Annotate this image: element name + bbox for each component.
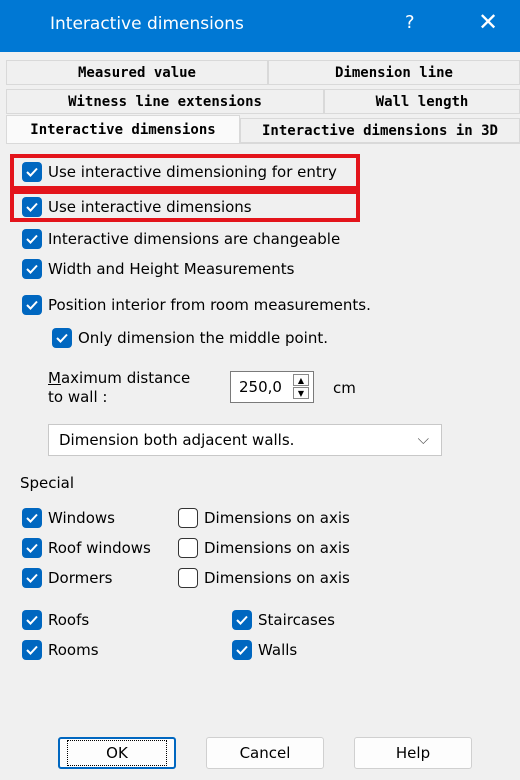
- adjacent-walls-select[interactable]: Dimension both adjacent walls. ⌵: [48, 424, 442, 456]
- checkmark-icon: [22, 162, 42, 182]
- use-interactive-dimensioning-entry-checkbox[interactable]: Use interactive dimensioning for entry: [22, 162, 337, 182]
- dormers-axis-checkbox[interactable]: Dimensions on axis: [178, 568, 350, 588]
- checkmark-icon: [52, 328, 72, 348]
- rooms-checkbox[interactable]: Rooms: [22, 640, 99, 660]
- checkmark-icon: [22, 197, 42, 217]
- dimensions-changeable-checkbox[interactable]: Interactive dimensions are changeable: [22, 229, 340, 249]
- roof-windows-checkbox[interactable]: Roof windows: [22, 538, 151, 558]
- roof-windows-axis-checkbox[interactable]: Dimensions on axis: [178, 538, 350, 558]
- tab-dimension-line[interactable]: Dimension line: [268, 60, 520, 85]
- checkbox-label: Use interactive dimensions: [48, 198, 252, 216]
- dormers-checkbox[interactable]: Dormers: [22, 568, 112, 588]
- checkmark-icon: [22, 508, 42, 528]
- help-button[interactable]: Help: [354, 737, 472, 769]
- help-icon[interactable]: ?: [405, 12, 415, 33]
- checkbox-label: Staircases: [258, 611, 335, 629]
- checkbox-label: Only dimension the middle point.: [78, 329, 328, 347]
- checkbox-label: Use interactive dimensioning for entry: [48, 163, 337, 181]
- max-distance-spinbox[interactable]: 250,0 ▲ ▼: [230, 371, 314, 403]
- tab-panel: [6, 143, 520, 684]
- ok-button[interactable]: OK: [58, 737, 176, 769]
- tab-interactive-dimensions-3d[interactable]: Interactive dimensions in 3D: [240, 118, 520, 143]
- checkmark-icon: [22, 610, 42, 630]
- use-interactive-dimensions-checkbox[interactable]: Use interactive dimensions: [22, 197, 252, 217]
- checkmark-icon: [22, 229, 42, 249]
- checkbox-label: Width and Height Measurements: [48, 260, 295, 278]
- spin-up-icon[interactable]: ▲: [293, 374, 309, 386]
- checkmark-icon: [22, 295, 42, 315]
- checkbox-label: Roof windows: [48, 539, 151, 557]
- staircases-checkbox[interactable]: Staircases: [232, 610, 335, 630]
- tab-wall-length[interactable]: Wall length: [324, 89, 520, 114]
- checkmark-icon: [22, 538, 42, 558]
- walls-checkbox[interactable]: Walls: [232, 640, 297, 660]
- tab-measured-value[interactable]: Measured value: [6, 60, 268, 85]
- window-title: Interactive dimensions: [50, 14, 244, 34]
- checkmark-icon: [22, 640, 42, 660]
- title-bar: Interactive dimensions ? ✕: [0, 0, 520, 52]
- only-middle-point-checkbox[interactable]: Only dimension the middle point.: [52, 328, 328, 348]
- position-interior-checkbox[interactable]: Position interior from room measurements…: [22, 295, 371, 315]
- windows-checkbox[interactable]: Windows: [22, 508, 115, 528]
- checkbox-label: Dimensions on axis: [204, 569, 350, 587]
- close-icon[interactable]: ✕: [478, 8, 498, 36]
- checkbox-label: Dormers: [48, 569, 113, 587]
- checkmark-icon: [232, 640, 252, 660]
- checkbox-label: Interactive dimensions are changeable: [48, 230, 341, 248]
- windows-axis-checkbox[interactable]: Dimensions on axis: [178, 508, 350, 528]
- special-label: Special: [20, 474, 75, 492]
- width-height-measurements-checkbox[interactable]: Width and Height Measurements: [22, 259, 294, 279]
- spin-down-icon[interactable]: ▼: [293, 387, 309, 399]
- checkbox-label: Dimensions on axis: [204, 539, 350, 557]
- checkbox-label: Walls: [258, 641, 298, 659]
- select-value: Dimension both adjacent walls.: [59, 431, 295, 449]
- roofs-checkbox[interactable]: Roofs: [22, 610, 89, 630]
- checkbox-label: Position interior from room measurements…: [48, 296, 371, 314]
- checkbox-label: Roofs: [48, 611, 90, 629]
- tab-interactive-dimensions[interactable]: Interactive dimensions: [6, 115, 240, 143]
- chevron-down-icon: ⌵: [417, 430, 429, 448]
- checkbox-label: Windows: [48, 509, 115, 527]
- max-distance-label: Maximum distance: [48, 369, 191, 387]
- max-distance-value: 250,0: [239, 378, 282, 396]
- tab-witness-line-extensions[interactable]: Witness line extensions: [6, 89, 324, 114]
- max-distance-label-line2: to wall :: [48, 388, 108, 406]
- checkbox-label: Rooms: [48, 641, 99, 659]
- checkmark-icon: [22, 259, 42, 279]
- checkbox-label: Dimensions on axis: [204, 509, 350, 527]
- checkmark-icon: [232, 610, 252, 630]
- unit-label: cm: [333, 379, 356, 397]
- ok-button-label: OK: [67, 740, 167, 766]
- checkmark-icon: [22, 568, 42, 588]
- cancel-button[interactable]: Cancel: [206, 737, 324, 769]
